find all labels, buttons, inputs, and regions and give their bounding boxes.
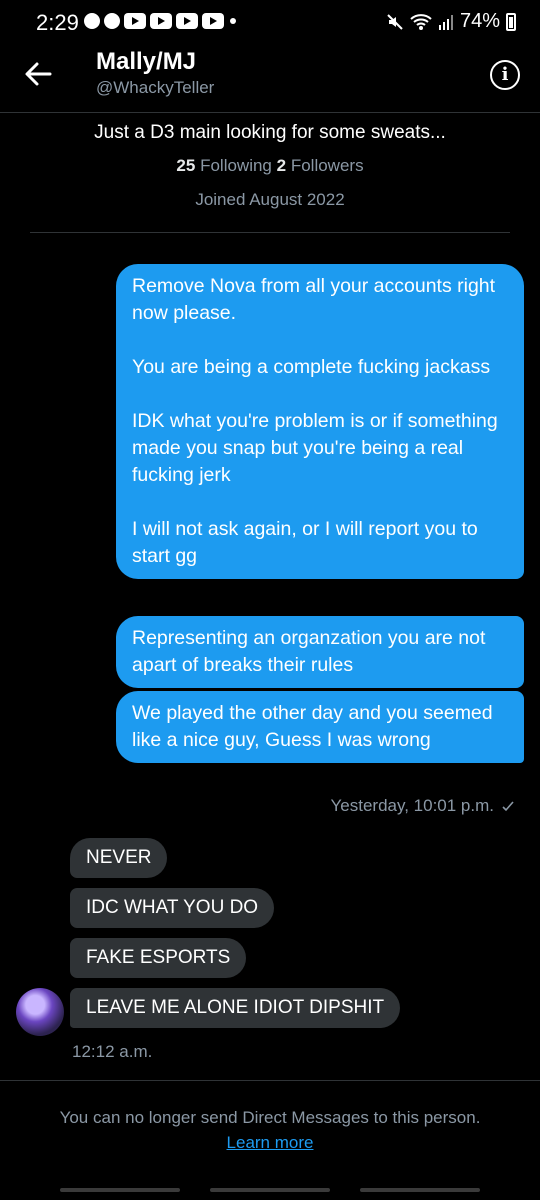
learn-more-link-row: Learn more xyxy=(0,1133,540,1153)
status-bar: 2:29 74% xyxy=(0,0,540,44)
youtube-icon xyxy=(176,13,198,29)
sent-message-bubble[interactable]: Remove Nova from all your accounts right… xyxy=(116,264,524,579)
nav-home-handle[interactable] xyxy=(210,1188,330,1192)
youtube-icon xyxy=(202,13,224,29)
sent-message-bubble[interactable]: We played the other day and you seemed l… xyxy=(116,691,524,763)
more-notifications-dot-icon xyxy=(230,18,236,24)
check-icon xyxy=(502,801,514,812)
following-label[interactable]: Following xyxy=(200,156,272,175)
received-message-bubble[interactable]: NEVER xyxy=(70,838,168,878)
profile-divider xyxy=(30,232,510,233)
battery-percent: 74% xyxy=(459,10,500,32)
youtube-icon xyxy=(150,13,172,29)
status-right: 74% xyxy=(386,10,516,33)
sent-timestamp: Yesterday, 10:01 p.m. xyxy=(331,796,515,816)
sent-time-text: Yesterday, 10:01 p.m. xyxy=(330,796,495,815)
youtube-icon xyxy=(124,13,146,29)
followers-count: 2 xyxy=(276,156,287,175)
header-divider xyxy=(0,112,540,113)
mute-icon xyxy=(387,13,403,30)
wifi-icon xyxy=(410,13,432,30)
received-timestamp: 12:12 a.m. xyxy=(72,1042,153,1061)
nav-recents-handle[interactable] xyxy=(60,1188,180,1192)
joined-date: Joined August 2022 xyxy=(195,190,345,209)
profile-stats: 25 Following 2 Followers xyxy=(0,156,540,176)
conversation-name[interactable]: Mally/MJ xyxy=(96,48,196,76)
learn-more-link[interactable]: Learn more xyxy=(227,1133,314,1152)
received-message-bubble[interactable]: FAKE ESPORTS xyxy=(70,938,247,978)
system-nav-bar xyxy=(0,1182,540,1200)
profile-bio: Just a D3 main looking for some sweats..… xyxy=(94,122,446,143)
following-count: 25 xyxy=(176,156,196,175)
facebook-icon xyxy=(104,13,120,29)
dm-disabled-note: You can no longer send Direct Messages t… xyxy=(59,1108,481,1127)
received-message-bubble[interactable]: LEAVE ME ALONE IDIOT DIPSHIT xyxy=(70,988,401,1028)
notification-icons xyxy=(84,13,224,29)
back-arrow-icon[interactable] xyxy=(20,56,56,92)
avatar[interactable] xyxy=(16,988,64,1036)
footer-divider xyxy=(0,1080,540,1081)
received-message-bubble[interactable]: IDC WHAT YOU DO xyxy=(70,888,275,928)
signal-icon xyxy=(438,14,453,30)
nav-back-handle[interactable] xyxy=(360,1188,480,1192)
status-time: 2:29 xyxy=(36,10,79,35)
info-icon[interactable] xyxy=(490,60,520,90)
followers-label[interactable]: Followers xyxy=(291,156,364,175)
sent-message-bubble[interactable]: Representing an organzation you are not … xyxy=(116,616,524,688)
battery-icon xyxy=(506,12,516,31)
facebook-icon xyxy=(84,13,100,29)
conversation-handle[interactable]: @WhackyTeller xyxy=(96,78,214,98)
